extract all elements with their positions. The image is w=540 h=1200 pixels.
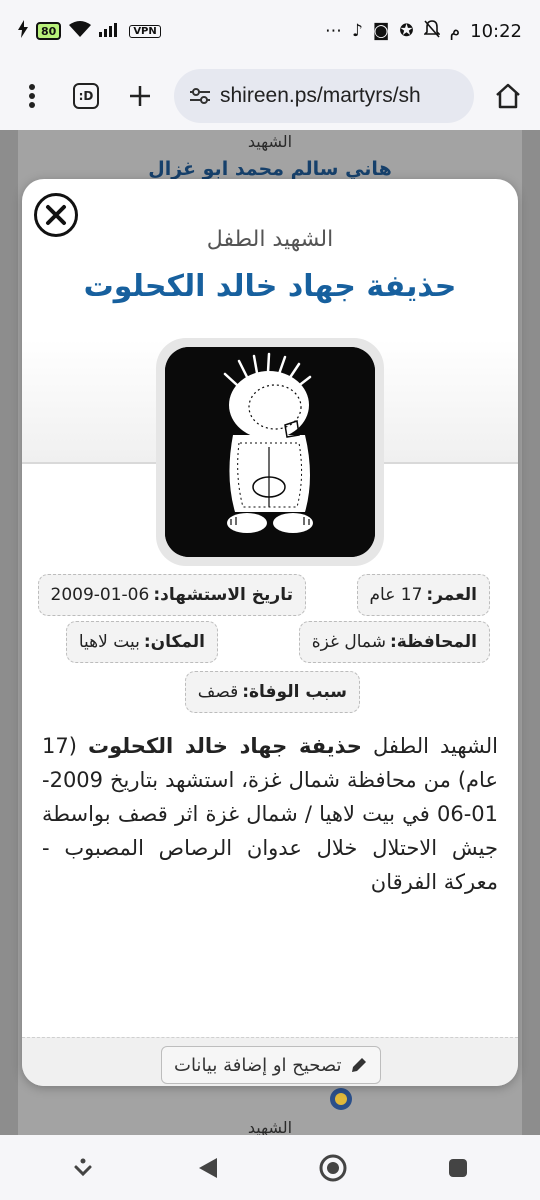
nav-extra-button[interactable] — [58, 1143, 108, 1193]
mute-icon — [422, 19, 441, 43]
description-name: حذيفة جهاد خالد الكحلوت — [87, 734, 362, 758]
vpn-badge: VPN — [129, 24, 161, 38]
app-notification-icon: ◙ — [372, 21, 390, 41]
status-bar: 80 VPN ⋯ ♪ ◙ ✪ م 10:22 — [0, 0, 540, 62]
background-label: الشهيد — [247, 132, 293, 151]
home-icon — [496, 83, 520, 109]
age-value: 17 عام — [369, 585, 423, 605]
wifi-icon — [69, 20, 92, 42]
place-label: المكان: — [143, 632, 205, 652]
close-icon — [46, 205, 66, 225]
correct-or-add-data-button[interactable]: تصحيح او إضافة بيانات — [161, 1046, 381, 1084]
date-label: تاريخ الاستشهاد: — [153, 585, 293, 605]
description-prefix: الشهيد الطفل — [361, 734, 499, 758]
home-button[interactable] — [488, 76, 528, 116]
battery-indicator: 80 — [36, 22, 62, 40]
background-label-bottom: الشهيد — [247, 1118, 293, 1135]
recents-icon — [448, 1158, 467, 1177]
age-label: العمر: — [426, 585, 477, 605]
menu-dots-button[interactable] — [12, 76, 52, 116]
date-value: 2009-01-06 — [50, 585, 150, 605]
status-text: م — [449, 21, 461, 41]
photo-frame — [156, 338, 384, 566]
modal-title: حذيفة جهاد خالد الكحلوت — [83, 269, 457, 304]
place-value: بيت لاهيا — [78, 632, 140, 652]
nav-download-icon — [74, 1158, 91, 1176]
governorate-label: المحافظة: — [389, 632, 477, 652]
more-notifications-icon: ⋯ — [324, 21, 342, 41]
tiktok-icon: ♪ — [351, 21, 363, 41]
cause-label: سبب الوفاة: — [242, 682, 347, 702]
plus-icon — [130, 86, 150, 106]
age-chip: العمر: 17 عام — [356, 574, 490, 616]
home-circle-icon — [319, 1154, 346, 1181]
system-nav-bar — [0, 1135, 540, 1200]
place-chip: المكان: بيت لاهيا — [65, 621, 218, 663]
pencil-icon — [351, 1058, 366, 1072]
cause-chip: سبب الوفاة: قصف — [184, 671, 360, 713]
back-icon — [198, 1157, 217, 1178]
site-settings-icon[interactable] — [188, 86, 212, 106]
home-nav-button[interactable] — [308, 1143, 358, 1193]
background-name[interactable]: هاني سالم محمد ابو غزال — [18, 158, 522, 180]
martyr-detail-modal: الشهيد الطفل حذيفة جهاد خالد الكحلوت الع… — [22, 179, 518, 1086]
url-text[interactable]: shireen.ps/martyrs/sh — [220, 84, 421, 108]
tabs-button[interactable]: :D — [66, 76, 106, 116]
recents-button[interactable] — [433, 1143, 483, 1193]
back-button[interactable] — [183, 1143, 233, 1193]
governorate-chip: المحافظة: شمال غزة — [298, 621, 490, 663]
governorate-value: شمال غزة — [311, 632, 386, 652]
modal-footer: تصحيح او إضافة بيانات — [22, 1037, 518, 1086]
charging-icon — [18, 19, 28, 43]
new-tab-button[interactable] — [120, 76, 160, 116]
date-chip: تاريخ الاستشهاد: 2009-01-06 — [37, 574, 306, 616]
menu-dots-icon — [29, 84, 35, 108]
modal-subtitle: الشهيد الطفل — [206, 227, 334, 252]
signal-icon — [99, 21, 121, 42]
tab-count: :D — [73, 83, 99, 109]
edit-button-label: تصحيح او إضافة بيانات — [174, 1054, 342, 1076]
clock: 10:22 — [470, 20, 522, 42]
handala-image — [165, 347, 375, 557]
description-text: (17 عام) من محافظة شمال غزة، استشهد بتار… — [42, 734, 498, 894]
app-notification-icon-2: ✪ — [399, 21, 414, 41]
url-bar[interactable]: shireen.ps/martyrs/sh — [174, 69, 474, 123]
browser-toolbar: :D shireen.ps/martyrs/sh — [0, 62, 540, 130]
cause-value: قصف — [197, 682, 239, 702]
martyr-description: الشهيد الطفل حذيفة جهاد خالد الكحلوت (17… — [42, 729, 498, 899]
medal-icon — [330, 1088, 352, 1110]
